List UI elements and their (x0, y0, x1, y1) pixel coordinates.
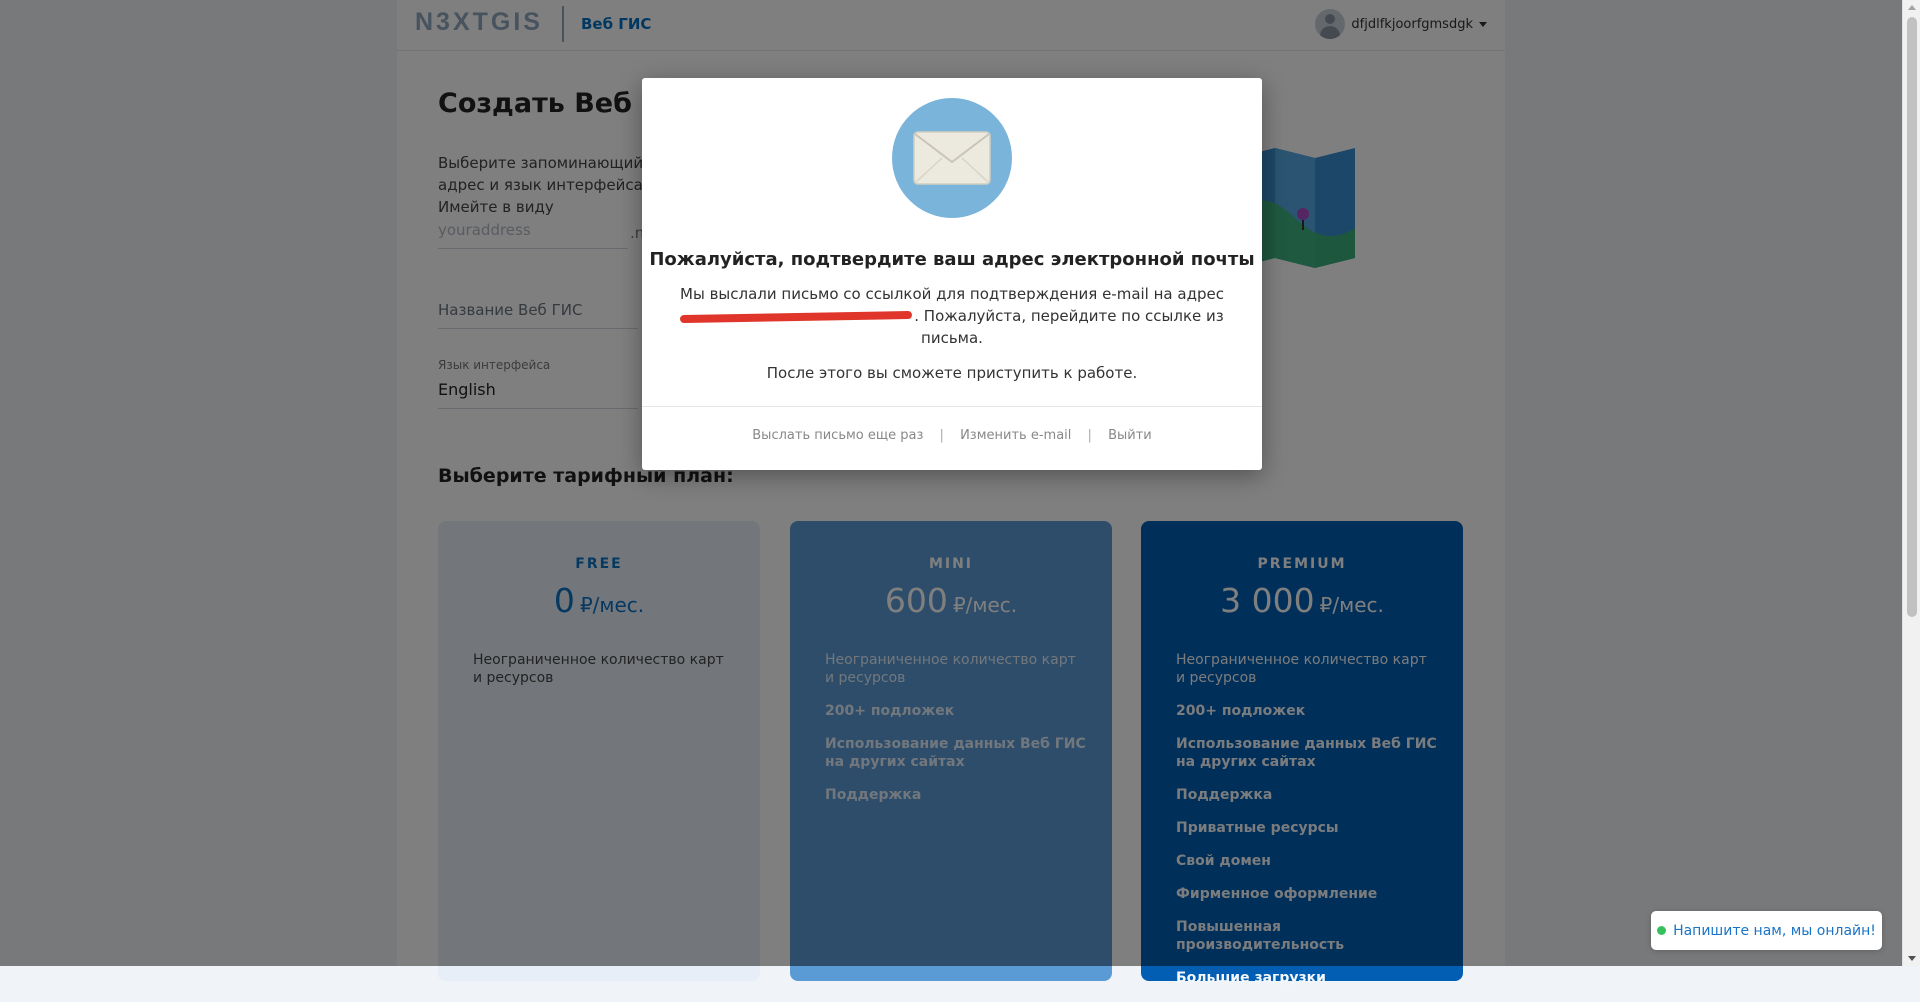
logout-link[interactable]: Выйти (1108, 428, 1152, 443)
envelope-icon (892, 98, 1012, 218)
link-separator: | (1087, 428, 1092, 443)
chat-widget-button[interactable]: Напишите нам, мы онлайн! (1651, 911, 1882, 950)
online-status-icon (1657, 926, 1667, 935)
redacted-email (680, 310, 913, 323)
scrollbar-thumb[interactable] (1907, 17, 1917, 617)
dialog-message: Мы выслали письмо со ссылкой для подтвер… (680, 283, 1224, 349)
scroll-down-icon[interactable] (1908, 956, 1916, 961)
dialog-title: Пожалуйста, подтвердите ваш адрес электр… (649, 249, 1255, 270)
dialog-actions: Выслать письмо еще раз | Изменить e-mail… (642, 428, 1262, 443)
dialog-message-part2: . Пожалуйста, перейдите по ссылке из пис… (914, 307, 1224, 347)
resend-email-link[interactable]: Выслать письмо еще раз (752, 428, 923, 443)
feature-item: Большие загрузки (1176, 970, 1326, 986)
chat-label: Напишите нам, мы онлайн! (1673, 922, 1876, 939)
dialog-divider (642, 406, 1262, 407)
email-confirm-dialog: Пожалуйста, подтвердите ваш адрес электр… (642, 78, 1262, 470)
dialog-followup: После этого вы сможете приступить к рабо… (766, 364, 1138, 382)
link-separator: | (939, 428, 944, 443)
scroll-up-icon[interactable] (1908, 5, 1916, 10)
change-email-link[interactable]: Изменить e-mail (960, 428, 1071, 443)
dialog-message-part1: Мы выслали письмо со ссылкой для подтвер… (680, 285, 1224, 303)
page-scrollbar[interactable] (1902, 0, 1920, 966)
